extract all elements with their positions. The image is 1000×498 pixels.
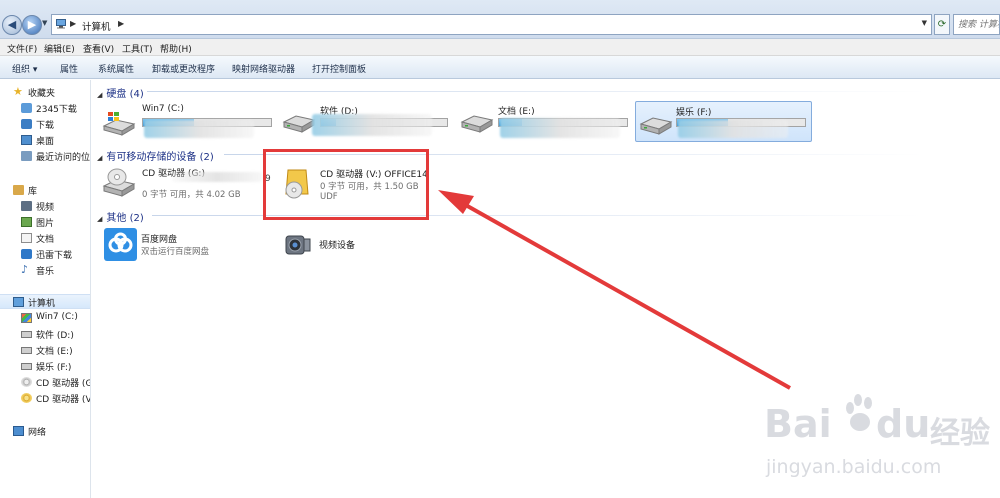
baidu-jingyan-watermark: Bai du 经验 jingyan.baidu.com (764, 380, 994, 490)
paw-icon (846, 394, 872, 431)
watermark-cn: 经验 (930, 416, 990, 451)
watermark-url: jingyan.baidu.com (766, 456, 942, 478)
watermark-brand: Bai (764, 402, 832, 446)
watermark-brand-suffix: du (876, 402, 931, 446)
